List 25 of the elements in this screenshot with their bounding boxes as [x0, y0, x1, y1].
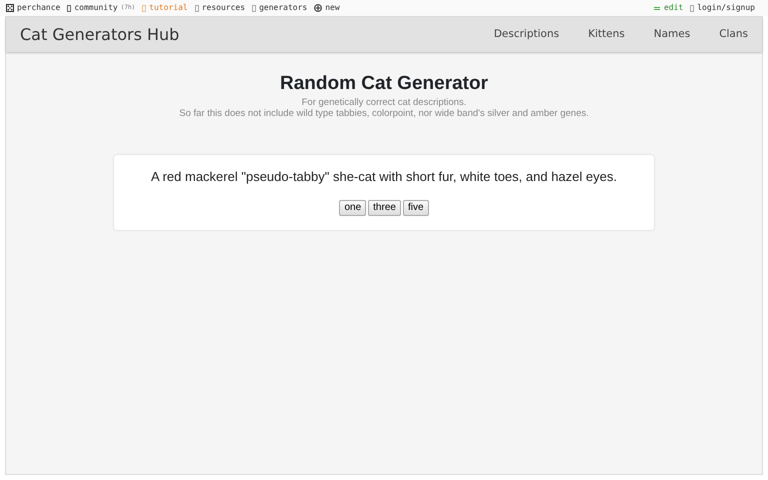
- top-bar-link[interactable]: new: [314, 4, 340, 12]
- glyph-box-icon: [252, 4, 256, 12]
- top-bar-link[interactable]: login/signup: [690, 4, 755, 12]
- generate-button[interactable]: five: [402, 200, 429, 216]
- glyph-box-icon: [690, 4, 694, 12]
- subtitle-line: So far this does not include wild type tabbies, colorpoint, nor wide band's silver and amber genes.: [178, 108, 590, 120]
- nav-link[interactable]: Kittens: [588, 26, 625, 42]
- top-bar-link[interactable]: generators: [252, 4, 308, 12]
- glyph-box-icon: [194, 4, 199, 12]
- top-bar-link[interactable]: resources: [194, 4, 246, 12]
- top-bar-link[interactable]: perchance: [6, 4, 60, 12]
- page-title: Random Cat Generator: [279, 74, 489, 95]
- glyph-box-icon: [142, 4, 146, 12]
- dice-icon: [6, 4, 14, 12]
- cat-description: A red mackerel "pseudo-tabby" she-cat with short fur, white toes, and hazel eyes.: [150, 168, 618, 186]
- glyph-box-icon: [67, 4, 72, 12]
- nav-link[interactable]: Descriptions: [494, 26, 560, 42]
- site-title: Cat Generators Hub: [20, 24, 180, 46]
- plus-circle-icon: [314, 4, 322, 12]
- generate-button[interactable]: one: [339, 200, 366, 216]
- generate-button[interactable]: three: [368, 200, 401, 216]
- nav-link[interactable]: Clans: [719, 26, 748, 42]
- top-bar-link[interactable]: edit: [654, 4, 684, 12]
- nav-link[interactable]: Names: [654, 26, 690, 42]
- subtitle-line: For genetically correct cat descriptions.: [300, 98, 468, 109]
